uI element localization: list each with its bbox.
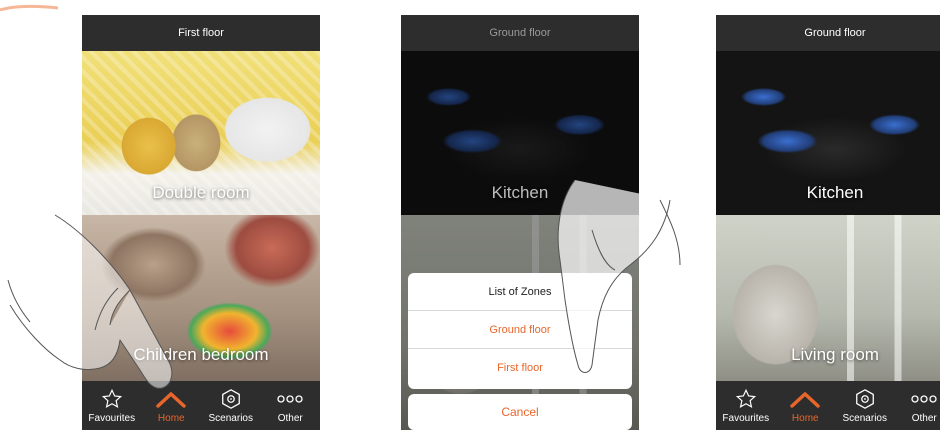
more-icon (911, 387, 937, 411)
scenarios-icon (220, 387, 242, 411)
screen-title: Ground floor (716, 15, 940, 51)
room-tile-kitchen[interactable]: Kitchen (716, 51, 940, 215)
tab-other[interactable]: Other (895, 381, 940, 430)
home-icon (790, 387, 820, 411)
tab-label: Favourites (88, 413, 136, 424)
room-label: Double room (152, 183, 250, 202)
room-label: Kitchen (806, 183, 864, 202)
star-icon (101, 387, 123, 411)
zone-option-ground-floor[interactable]: Ground floor (408, 311, 632, 349)
tab-home[interactable]: Home (776, 381, 836, 430)
phone-screen-zone-picker: Ground floor Kitchen List of Zones Groun… (401, 15, 639, 430)
tab-scenarios[interactable]: Scenarios (201, 381, 261, 430)
tab-label: Favourites (722, 413, 770, 424)
room-tile-living-room[interactable]: Living room (716, 215, 940, 381)
tab-label: Home (791, 413, 819, 424)
room-tile-children-bedroom[interactable]: Children bedroom (82, 215, 320, 381)
home-icon (156, 387, 186, 411)
tab-other[interactable]: Other (261, 381, 321, 430)
room-tile-double-room[interactable]: Double room (82, 51, 320, 215)
phone-screen-first-floor: First floor Double room Children bedroom… (82, 15, 320, 430)
zone-list-header: List of Zones (408, 273, 632, 311)
room-label: Children bedroom (133, 345, 269, 364)
tab-bar: Favourites Home Scenarios Other (716, 381, 940, 430)
tab-home[interactable]: Home (142, 381, 202, 430)
more-icon (277, 387, 303, 411)
room-label: Living room (791, 345, 879, 364)
phone-screen-ground-floor: Ground floor Kitchen Living room Favouri… (716, 15, 940, 430)
tab-label: Scenarios (208, 413, 253, 424)
star-icon (735, 387, 757, 411)
cancel-button[interactable]: Cancel (408, 394, 632, 430)
tab-favourites[interactable]: Favourites (82, 381, 142, 430)
tab-favourites[interactable]: Favourites (716, 381, 776, 430)
screen-title: First floor (82, 15, 320, 51)
zone-option-first-floor[interactable]: First floor (408, 349, 632, 387)
room-tile-kitchen[interactable]: Kitchen (401, 51, 639, 215)
tab-bar: Favourites Home Scenarios Other (82, 381, 320, 430)
accent-stroke (0, 4, 59, 12)
tab-scenarios[interactable]: Scenarios (835, 381, 895, 430)
screen-title: Ground floor (401, 15, 639, 51)
tab-label: Scenarios (842, 413, 887, 424)
tab-label: Other (277, 413, 303, 424)
scenarios-icon (854, 387, 876, 411)
tab-label: Home (157, 413, 185, 424)
tab-label: Other (911, 413, 937, 424)
zone-list-sheet: List of Zones Ground floor First floor (408, 273, 632, 389)
room-label: Kitchen (491, 183, 549, 202)
